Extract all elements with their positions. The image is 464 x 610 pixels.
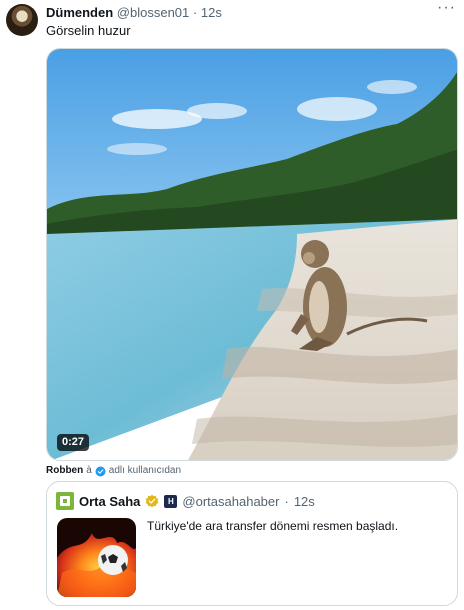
flaming-soccer-ball-icon [57, 518, 136, 597]
quoted-post-timestamp: 12s [293, 493, 315, 509]
header-separator: · [192, 5, 198, 20]
attribution-label: adlı kullanıcıdan [108, 465, 182, 476]
attribution-suffix: à [86, 465, 92, 476]
author-name[interactable]: Dümenden [46, 5, 113, 20]
quoted-header-separator: · [284, 493, 289, 509]
quoted-author-name[interactable]: Orta Saha [79, 494, 140, 509]
more-options-icon[interactable]: ··· [437, 0, 456, 16]
author-handle[interactable]: @blossen01 [117, 5, 189, 20]
verified-badge-icon [95, 466, 106, 476]
quoted-post-text: Türkiye'de ara transfer dönemi resmen ba… [147, 519, 399, 533]
affiliate-badge-icon[interactable]: H [164, 494, 178, 508]
gold-verified-badge-icon [146, 494, 159, 508]
video-frame [47, 49, 457, 460]
quoted-author-avatar[interactable] [56, 492, 74, 510]
post-header: Dümenden @blossen01 · 12s [46, 5, 456, 21]
quoted-post[interactable]: Orta Saha H @ortasahahaber · 12s Türkiye… [46, 481, 458, 606]
post-timestamp[interactable]: 12s [201, 5, 222, 20]
attribution-user[interactable]: Robben [46, 465, 83, 477]
quoted-author-handle[interactable]: @ortasahahaber [182, 494, 279, 509]
post-text: Görselin huzur [46, 23, 131, 38]
author-avatar[interactable] [6, 4, 38, 36]
quoted-post-header: Orta Saha H @ortasahahaber · 12s [56, 492, 315, 510]
video-attribution[interactable]: Robben à adlı kullanıcıdan [46, 465, 181, 477]
quoted-post-thumbnail[interactable] [57, 518, 136, 597]
video-duration: 0:27 [57, 434, 90, 451]
video-player[interactable]: 0:27 [46, 48, 458, 461]
